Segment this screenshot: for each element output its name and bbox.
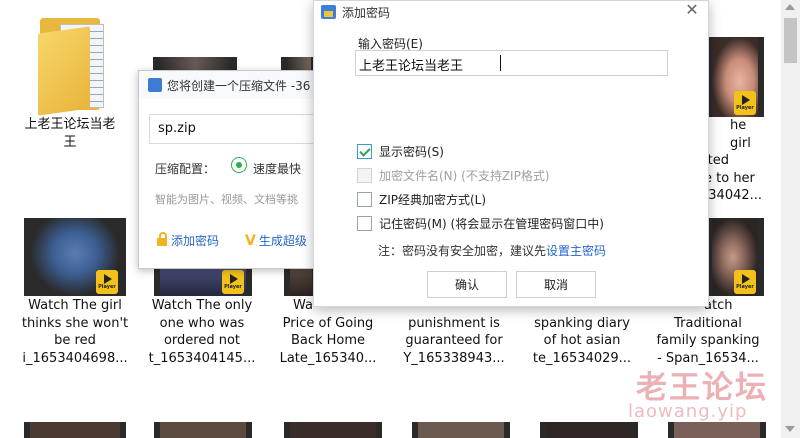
add-password-link[interactable]: 添加密码 [157, 232, 219, 249]
file-name: Watch The only one who was ordered not t_16… [148, 298, 256, 366]
config-label: 压缩配置： [155, 162, 216, 176]
encrypt-filename-option: 加密文件名(N) (不支持ZIP格式) [357, 166, 550, 184]
video-thumbnail[interactable]: Player [24, 218, 126, 296]
archive-filename-input[interactable]: sp.zip [149, 114, 317, 144]
config-hint: 智能为图片、视频、文档等挑 [155, 193, 298, 206]
dialog-titlebar: 添加密码 ✕ [314, 1, 708, 23]
create-archive-dialog: 您将创建一个压缩文件 -36 sp.zip 压缩配置： 速度最快 智能为图片、视… [138, 70, 320, 269]
security-note: 注：密码没有安全加密，建议先设置主密码 [378, 242, 606, 259]
password-input-value: 上老王论坛当老王 [359, 59, 464, 74]
zip-classic-option[interactable]: ZIP经典加密方式(L) [357, 190, 486, 208]
text-caret [500, 55, 501, 71]
password-app-icon [321, 5, 336, 19]
lock-icon [157, 232, 167, 246]
encrypt-filename-checkbox [357, 167, 372, 183]
folder-item[interactable]: 上老王论坛当老王 [20, 10, 120, 155]
ok-button[interactable]: 确认 [427, 271, 507, 298]
file-name: he girl ited e to her 534042... [700, 118, 763, 203]
video-thumbnail[interactable] [24, 422, 126, 438]
speed-radio[interactable] [231, 157, 247, 173]
dialog-title: 添加密码 [342, 6, 391, 20]
generate-super-link[interactable]: V 生成超级 [245, 232, 307, 249]
player-badge-icon: Player [734, 270, 756, 294]
file-name: Wa Price of Going Back Home Late_165340... [279, 298, 377, 366]
scrollbar-thumb[interactable] [784, 18, 797, 63]
video-thumbnail[interactable]: Player [706, 37, 764, 117]
vertical-scrollbar[interactable] [781, 0, 800, 438]
file-name: atch Traditional family spanking - Span_165… [656, 298, 760, 366]
video-thumbnail[interactable] [412, 422, 510, 438]
dialog-titlebar: 您将创建一个压缩文件 -36 [139, 71, 319, 99]
folder-name: 上老王论坛当老王 [24, 117, 116, 150]
password-input[interactable]: 上老王论坛当老王 [355, 50, 668, 76]
file-name: spanking diary of hot asian te_16534029... [532, 315, 632, 366]
cancel-button[interactable]: 取消 [516, 271, 596, 298]
remember-password-option[interactable]: 记住密码(M) (将会显示在管理密码窗口中) [357, 214, 604, 232]
dialog-title: 您将创建一个压缩文件 -36 [167, 79, 311, 93]
archive-app-icon [148, 78, 162, 92]
file-name: punishment is guaranteed for Y_165338943..… [403, 315, 505, 366]
v-icon: V [245, 232, 256, 249]
video-thumbnail[interactable]: Player [154, 268, 252, 296]
show-password-option[interactable]: 显示密码(S) [357, 142, 444, 160]
video-thumbnail[interactable]: Player [706, 218, 764, 296]
watermark-url: laowang.yip [628, 401, 748, 422]
zip-classic-checkbox[interactable] [357, 191, 372, 207]
add-password-label: 添加密码 [171, 234, 220, 248]
note-text: 注：密码没有安全加密，建议先 [378, 244, 547, 258]
remember-password-label: 记住密码(M) (将会显示在管理密码窗口中) [379, 216, 604, 231]
video-thumbnail[interactable] [668, 422, 766, 438]
video-thumbnail[interactable] [154, 422, 252, 438]
add-password-dialog: 添加密码 ✕ 输入密码(E) 上老王论坛当老王 显示密码(S) 加密文件名(N)… [313, 0, 709, 307]
show-password-checkbox[interactable] [357, 143, 372, 159]
video-thumbnail[interactable] [284, 422, 382, 438]
player-badge-icon: Player [222, 270, 244, 294]
remember-password-checkbox[interactable] [357, 215, 372, 231]
player-badge-icon: Player [96, 270, 118, 294]
scroll-down-icon[interactable] [785, 426, 795, 432]
generate-label: 生成超级 [258, 234, 307, 248]
scroll-up-icon[interactable] [785, 4, 795, 10]
file-name: Watch The girl thinks she won't be red i_16… [21, 298, 129, 366]
set-master-password-link[interactable]: 设置主密码 [546, 244, 606, 258]
config-value: 速度最快 [253, 162, 302, 176]
video-thumbnail[interactable] [540, 422, 638, 438]
show-password-label: 显示密码(S) [379, 144, 444, 159]
encrypt-filename-label: 加密文件名(N) (不支持ZIP格式) [379, 168, 550, 183]
archive-filename-value: sp.zip [158, 121, 196, 136]
player-badge-icon: Player [734, 91, 756, 115]
zip-classic-label: ZIP经典加密方式(L) [379, 192, 487, 207]
close-icon[interactable]: ✕ [684, 1, 700, 21]
